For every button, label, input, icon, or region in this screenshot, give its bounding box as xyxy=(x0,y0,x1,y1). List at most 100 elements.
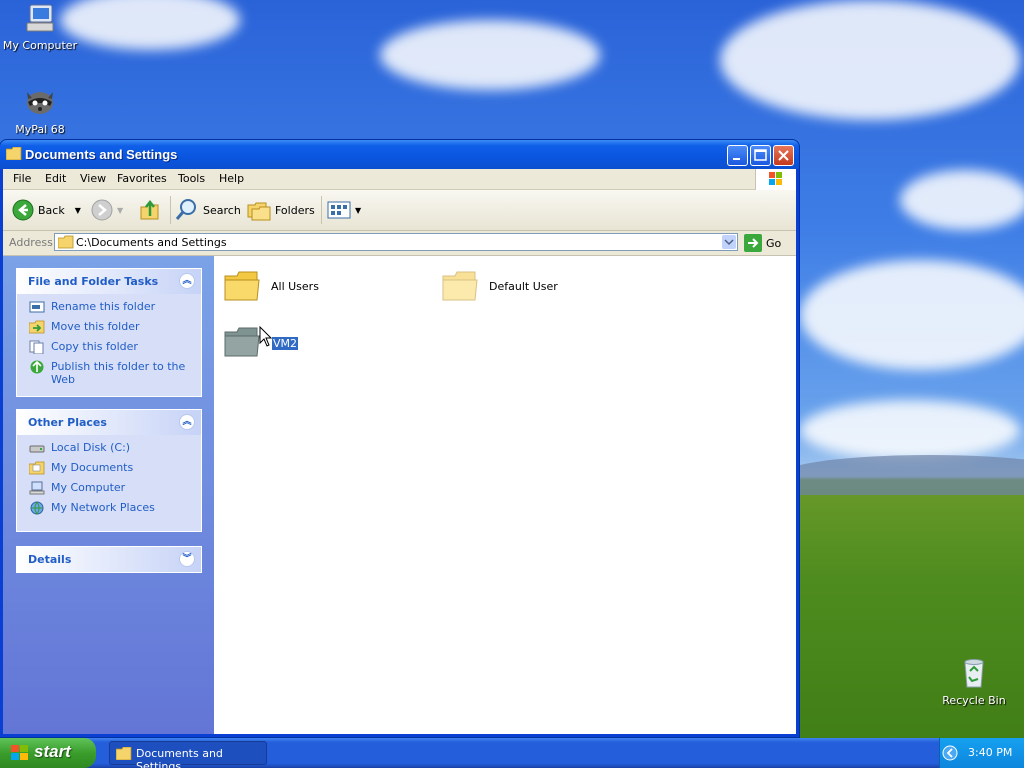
folder-icon xyxy=(224,327,260,357)
menu-bar: File Edit View Favorites Tools Help xyxy=(3,169,796,190)
task-copy-folder[interactable]: Copy this folder xyxy=(17,337,201,357)
task-publish-web[interactable]: Publish this folder to the Web xyxy=(17,357,201,389)
taskbar-window-label: Documents and Settings xyxy=(136,747,223,773)
distant-hills xyxy=(780,455,1024,495)
task-move-folder[interactable]: Move this folder xyxy=(17,317,201,337)
place-label: My Network Places xyxy=(51,501,155,514)
folders-icon xyxy=(247,202,271,221)
task-rename-folder[interactable]: Rename this folder xyxy=(17,297,201,317)
windows-logo xyxy=(755,169,796,190)
start-button[interactable]: start xyxy=(0,738,96,768)
clock[interactable]: 3:40 PM xyxy=(968,746,1012,759)
maximize-icon xyxy=(754,149,767,161)
folder-label: All Users xyxy=(271,280,319,293)
chevron-up-icon[interactable]: ︽ xyxy=(179,273,195,289)
toolbar-separator xyxy=(321,196,322,224)
taskbar-window-button[interactable]: Documents and Settings xyxy=(109,741,267,773)
folders-button[interactable]: Folders xyxy=(247,198,315,222)
desktop-icon-mypal[interactable]: MyPal 68 xyxy=(0,86,80,136)
place-my-computer[interactable]: My Computer xyxy=(17,478,201,498)
forward-button[interactable]: ▼ xyxy=(91,198,123,222)
folder-icon xyxy=(224,271,260,301)
explorer-window: Documents and Settings File Edit View Fa… xyxy=(0,140,799,737)
menu-favorites[interactable]: Favorites xyxy=(117,172,167,185)
cloud xyxy=(720,0,1020,120)
place-network-places[interactable]: My Network Places xyxy=(17,498,201,518)
folder-icon xyxy=(6,147,22,160)
mypal-raccoon-icon xyxy=(27,92,53,114)
toolbar-separator xyxy=(170,196,171,224)
network-places-icon xyxy=(30,501,44,515)
start-label: start xyxy=(34,742,71,761)
desktop-icon-my-computer[interactable]: My Computer xyxy=(0,2,80,52)
back-button[interactable]: Back ▼ xyxy=(12,198,81,222)
file-folder-tasks-panel: File and Folder Tasks ︽ Rename this fold… xyxy=(16,268,202,397)
cloud xyxy=(800,260,1024,370)
go-arrow-icon xyxy=(744,234,762,252)
close-icon xyxy=(778,150,789,161)
views-dropdown-icon[interactable]: ▼ xyxy=(355,206,361,215)
local-disk-icon xyxy=(29,445,45,453)
chevron-down-icon[interactable]: ︾ xyxy=(179,551,195,567)
place-label: My Computer xyxy=(51,481,126,494)
task-label: Rename this folder xyxy=(51,300,156,313)
chevron-up-icon[interactable]: ︽ xyxy=(179,414,195,430)
back-label: Back xyxy=(38,203,65,217)
cloud xyxy=(60,0,240,50)
my-computer-icon xyxy=(26,4,54,32)
folder-view: All Users Default User VM2 xyxy=(214,256,796,734)
place-local-disk[interactable]: Local Disk (C:) xyxy=(17,438,201,458)
address-bar: Address C:\Documents and Settings Go xyxy=(3,231,796,256)
place-my-documents[interactable]: My Documents xyxy=(17,458,201,478)
cloud xyxy=(900,170,1024,230)
mouse-cursor-icon xyxy=(259,326,273,347)
windows-flag-icon xyxy=(769,172,782,185)
desktop-icon-label: Recycle Bin xyxy=(942,694,1006,707)
desktop-icon-recycle-bin[interactable]: Recycle Bin xyxy=(934,657,1014,707)
window-title: Documents and Settings xyxy=(25,147,178,162)
minimize-button[interactable] xyxy=(727,145,748,166)
menu-edit[interactable]: Edit xyxy=(45,172,66,185)
cloud xyxy=(800,400,1020,460)
address-dropdown-button[interactable] xyxy=(722,235,736,249)
menu-tools[interactable]: Tools xyxy=(178,172,205,185)
panel-header[interactable]: Other Places ︽ xyxy=(17,410,201,435)
close-button[interactable] xyxy=(773,145,794,166)
system-tray: 3:40 PM xyxy=(939,738,1024,768)
go-button[interactable]: Go xyxy=(744,234,781,252)
maximize-button[interactable] xyxy=(750,145,771,166)
folder-icon xyxy=(116,747,132,760)
window-body: File Edit View Favorites Tools Help Back xyxy=(3,169,796,734)
views-button[interactable]: ▼ xyxy=(327,198,361,222)
folder-label-selected: VM2 xyxy=(272,337,299,350)
desktop-icon-label: MyPal 68 xyxy=(15,123,65,136)
folder-label: Default User xyxy=(489,280,558,293)
panel-title: File and Folder Tasks xyxy=(28,275,159,288)
standard-toolbar: Back ▼ ▼ Search Folders ▼ xyxy=(3,190,796,231)
recycle-bin-icon xyxy=(964,659,984,688)
search-icon xyxy=(175,199,196,220)
menu-file[interactable]: File xyxy=(13,172,31,185)
search-button[interactable]: Search xyxy=(175,198,241,222)
go-label: Go xyxy=(766,236,782,250)
search-label: Search xyxy=(203,203,241,217)
address-label: Address xyxy=(9,236,53,249)
forward-dropdown-icon[interactable]: ▼ xyxy=(117,206,123,215)
minimize-icon xyxy=(733,158,740,160)
up-folder-button[interactable] xyxy=(139,198,161,222)
windows-flag-icon xyxy=(11,745,28,760)
folders-label: Folders xyxy=(275,203,315,217)
task-pane: File and Folder Tasks ︽ Rename this fold… xyxy=(3,256,214,734)
menu-help[interactable]: Help xyxy=(219,172,244,185)
rename-icon xyxy=(29,301,45,313)
forward-arrow-icon xyxy=(91,199,113,221)
task-label: Move this folder xyxy=(51,320,140,333)
address-input[interactable]: C:\Documents and Settings xyxy=(54,233,738,251)
task-label: Publish this folder to the Web xyxy=(51,360,186,386)
show-hidden-icons-button[interactable] xyxy=(942,745,958,761)
back-dropdown-icon[interactable]: ▼ xyxy=(75,206,81,215)
panel-header[interactable]: File and Folder Tasks ︽ xyxy=(17,269,201,294)
panel-header[interactable]: Details ︾ xyxy=(17,547,201,572)
title-bar[interactable]: Documents and Settings xyxy=(0,140,799,169)
menu-view[interactable]: View xyxy=(80,172,106,185)
